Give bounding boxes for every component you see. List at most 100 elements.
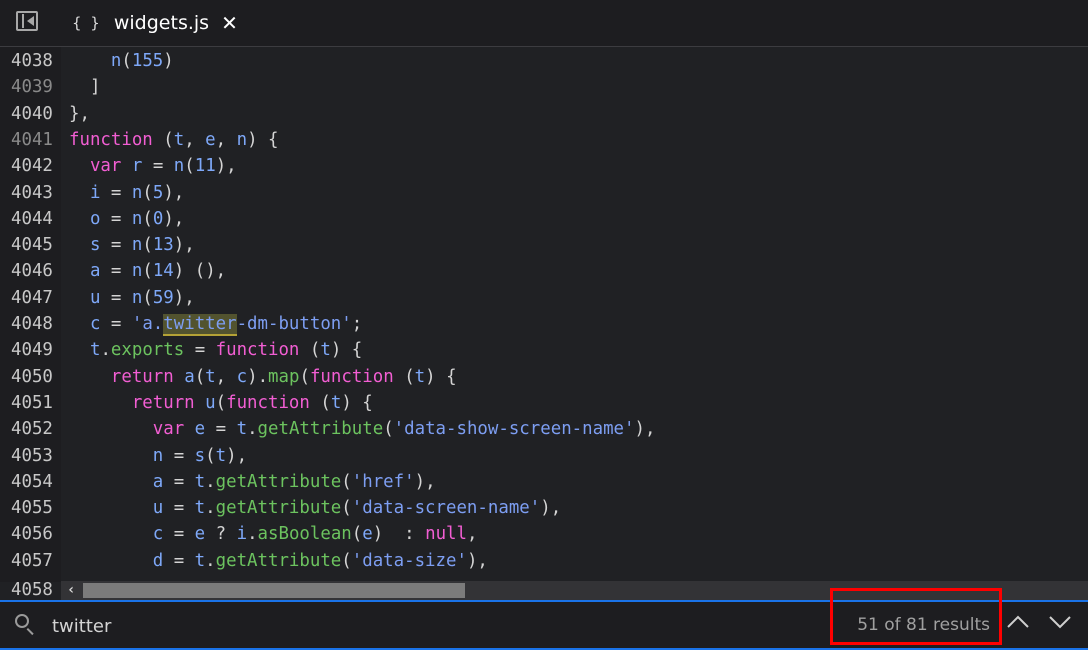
line-number[interactable]: 4039 — [11, 74, 61, 100]
code-token: ) { — [425, 366, 457, 387]
code-token: ( — [142, 261, 153, 282]
code-token: = — [184, 340, 216, 361]
code-token: t — [414, 366, 426, 387]
annotation-highlight-box — [830, 588, 1002, 645]
code-text: o = n(0), — [69, 206, 184, 232]
code-token: t — [173, 129, 185, 150]
line-number[interactable]: 4043 — [11, 180, 61, 206]
code-text: ] — [69, 74, 100, 100]
tab-title: widgets.js — [113, 12, 210, 34]
code-token: n — [236, 129, 248, 150]
code-token: i — [236, 524, 248, 545]
line-number[interactable]: 4047 — [11, 285, 61, 311]
line-number[interactable]: 4048 — [11, 311, 61, 337]
code-token: t — [330, 392, 342, 413]
code-token: = — [163, 471, 195, 492]
code-token: ) { — [341, 392, 373, 413]
line-number[interactable]: 4056 — [11, 521, 61, 547]
code-editor[interactable]: 4038 n(155) 4039 ] 4040}, 4041 function (t, … — [0, 47, 1088, 582]
line-number[interactable]: 4046 — [11, 258, 61, 284]
line-number[interactable]: 4052 — [11, 416, 61, 442]
code-token: ( — [309, 392, 331, 413]
code-token: asBoolean — [257, 524, 352, 545]
line-number[interactable]: 4054 — [11, 469, 61, 495]
code-token: d — [152, 550, 164, 571]
code-token: ), — [163, 182, 185, 203]
close-icon[interactable]: ✕ — [221, 11, 238, 35]
code-token: ( — [351, 524, 363, 545]
code-token: 11 — [194, 156, 216, 177]
code-token: ( — [383, 419, 394, 440]
code-token: getAttribute — [215, 498, 342, 519]
line-number: 4058 — [11, 581, 53, 600]
code-token: ( — [121, 51, 132, 71]
search-match-highlight: twitter — [163, 314, 237, 336]
search-input[interactable] — [50, 610, 654, 642]
line-number[interactable]: 4044 — [11, 206, 61, 232]
code-token: = — [100, 182, 132, 203]
code-token: = — [100, 235, 132, 256]
line-number[interactable]: 4055 — [11, 495, 61, 521]
line-number[interactable]: 4038 — [11, 48, 61, 74]
scrollbar-thumb[interactable] — [83, 583, 465, 598]
code-token: ; — [351, 314, 363, 334]
line-number[interactable]: 4045 — [11, 232, 61, 258]
code-token: getAttribute — [257, 419, 384, 440]
line-number[interactable]: 4053 — [11, 443, 61, 469]
code-token: c — [236, 366, 248, 387]
code-token: = — [100, 208, 132, 229]
code-token: c — [152, 524, 164, 545]
line-number[interactable]: 4051 — [11, 390, 61, 416]
code-token: t — [89, 340, 101, 361]
code-token: r — [131, 156, 143, 177]
code-token: e — [362, 524, 373, 545]
code-token: return — [131, 392, 195, 413]
code-token: ( — [142, 182, 153, 203]
code-token: = — [163, 445, 195, 466]
code-token: . — [247, 419, 258, 440]
code-token: 13 — [152, 235, 174, 256]
code-token: 'a. — [131, 314, 164, 334]
tab-widgets-js[interactable]: { } widgets.js ✕ — [72, 8, 238, 38]
code-token: getAttribute — [215, 550, 342, 571]
previous-result-button[interactable] — [1006, 610, 1030, 634]
braces-icon: { } — [72, 14, 102, 32]
code-text: var r = n(11), — [69, 153, 237, 179]
code-token: ) (), — [173, 261, 227, 282]
code-token: n — [110, 51, 122, 71]
code-token: ), — [173, 287, 195, 308]
line-number[interactable]: 4050 — [11, 364, 61, 390]
line-number[interactable]: 4041 — [11, 127, 61, 153]
code-token: getAttribute — [215, 471, 342, 492]
code-text: u = n(59), — [69, 285, 195, 311]
code-token: ( — [205, 445, 216, 466]
code-token: ) — [163, 51, 174, 71]
code-token: , — [184, 129, 206, 150]
line-number[interactable]: 4057 — [11, 548, 61, 574]
toggle-navigator-icon[interactable] — [16, 11, 38, 31]
code-token: ) : — [372, 524, 426, 545]
code-text: return u(function (t) { — [69, 390, 373, 416]
code-token: map — [268, 366, 300, 387]
code-token: t — [194, 471, 206, 492]
line-number[interactable]: 4040 — [11, 101, 61, 127]
next-result-button[interactable] — [1048, 610, 1072, 634]
code-token: ( — [341, 471, 352, 492]
code-token: t — [194, 498, 206, 519]
code-token: 'data-show-screen-name' — [393, 419, 635, 440]
line-number[interactable]: 4049 — [11, 337, 61, 363]
code-text: n(155) — [69, 48, 174, 74]
code-token: ( — [215, 392, 227, 413]
code-token: e — [194, 524, 206, 545]
code-token: ? — [205, 524, 237, 545]
line-number[interactable]: 4042 — [11, 153, 61, 179]
scroll-left-icon[interactable]: ‹ — [67, 581, 75, 600]
code-token: n — [173, 156, 185, 177]
